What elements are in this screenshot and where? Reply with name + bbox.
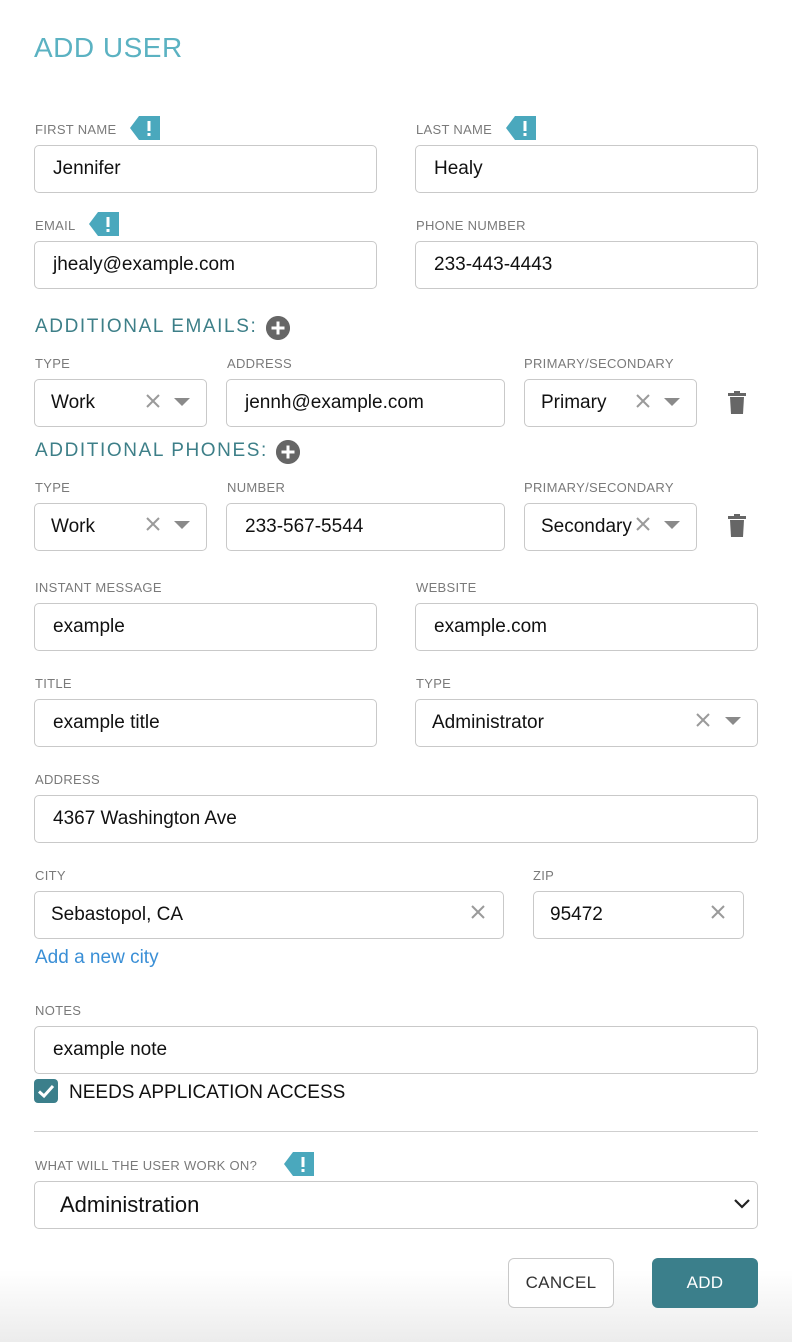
phone-type-value: Work bbox=[51, 516, 95, 537]
required-flag-icon bbox=[89, 212, 119, 236]
clear-x-icon[interactable] bbox=[144, 392, 162, 410]
email-input[interactable]: jhealy@example.com bbox=[34, 241, 377, 289]
work-on-label: WHAT WILL THE USER WORK ON? bbox=[35, 1158, 258, 1173]
first-name-label: FIRST NAME bbox=[35, 122, 117, 137]
divider bbox=[34, 1131, 758, 1132]
job-title-label: TITLE bbox=[35, 676, 72, 691]
page-title: ADD USER bbox=[34, 32, 183, 63]
caret-down-icon[interactable] bbox=[174, 521, 190, 529]
trash-icon[interactable] bbox=[727, 391, 747, 415]
clear-x-icon[interactable] bbox=[469, 903, 487, 921]
last-name-input[interactable]: Healy bbox=[415, 145, 758, 193]
chevron-down-icon[interactable] bbox=[733, 1197, 751, 1211]
website-label: WEBSITE bbox=[416, 580, 477, 595]
last-name-label: LAST NAME bbox=[416, 122, 493, 137]
zip-label: ZIP bbox=[533, 868, 555, 883]
email-address-column-label: ADDRESS bbox=[227, 356, 292, 371]
phone-number-input[interactable]: 233-567-5544 bbox=[226, 503, 505, 551]
website-input[interactable]: example.com bbox=[415, 603, 758, 651]
required-flag-icon bbox=[130, 116, 160, 140]
email-label: EMAIL bbox=[35, 218, 76, 233]
work-on-value: Administration bbox=[60, 1192, 200, 1217]
clear-x-icon[interactable] bbox=[634, 515, 652, 533]
cancel-button[interactable]: CANCEL bbox=[508, 1258, 614, 1308]
instant-message-input[interactable]: example bbox=[34, 603, 377, 651]
zip-value: 95472 bbox=[550, 904, 603, 925]
caret-down-icon[interactable] bbox=[664, 398, 680, 406]
email-type-value: Work bbox=[51, 392, 95, 413]
caret-down-icon[interactable] bbox=[664, 521, 680, 529]
clear-x-icon[interactable] bbox=[694, 711, 712, 729]
caret-down-icon[interactable] bbox=[174, 398, 190, 406]
job-title-input[interactable]: example title bbox=[34, 699, 377, 747]
plus-circle-icon[interactable] bbox=[276, 440, 300, 464]
clear-x-icon[interactable] bbox=[709, 903, 727, 921]
trash-icon[interactable] bbox=[727, 514, 747, 538]
additional-emails-heading: ADDITIONAL EMAILS: bbox=[35, 316, 258, 337]
email-primary-column-label: PRIMARY/SECONDARY bbox=[524, 356, 674, 371]
address-input[interactable]: 4367 Washington Ave bbox=[34, 795, 758, 843]
clear-x-icon[interactable] bbox=[144, 515, 162, 533]
caret-down-icon[interactable] bbox=[725, 717, 741, 725]
required-flag-icon bbox=[284, 1152, 314, 1176]
phone-number-column-label: NUMBER bbox=[227, 480, 286, 495]
phone-label: PHONE NUMBER bbox=[416, 218, 526, 233]
notes-label: NOTES bbox=[35, 1003, 82, 1018]
phone-type-column-label: TYPE bbox=[35, 480, 71, 495]
phone-primary-column-label: PRIMARY/SECONDARY bbox=[524, 480, 674, 495]
needs-access-checkbox[interactable] bbox=[34, 1079, 58, 1103]
add-new-city-link[interactable]: Add a new city bbox=[35, 947, 159, 969]
address-label: ADDRESS bbox=[35, 772, 100, 787]
work-on-select[interactable]: Administration bbox=[34, 1181, 758, 1229]
add-button[interactable]: ADD bbox=[652, 1258, 758, 1308]
additional-phones-heading: ADDITIONAL PHONES: bbox=[35, 440, 268, 461]
plus-circle-icon[interactable] bbox=[266, 316, 290, 340]
email-address-input[interactable]: jennh@example.com bbox=[226, 379, 505, 427]
user-type-value: Administrator bbox=[432, 712, 544, 733]
needs-access-label: NEEDS APPLICATION ACCESS bbox=[69, 1082, 346, 1103]
instant-message-label: INSTANT MESSAGE bbox=[35, 580, 162, 595]
city-label: CITY bbox=[35, 868, 66, 883]
phone-primary-value: Secondary bbox=[541, 516, 632, 537]
email-type-column-label: TYPE bbox=[35, 356, 71, 371]
clear-x-icon[interactable] bbox=[634, 392, 652, 410]
first-name-input[interactable]: Jennifer bbox=[34, 145, 377, 193]
city-select[interactable]: Sebastopol, CA bbox=[34, 891, 504, 939]
phone-input[interactable]: 233-443-4443 bbox=[415, 241, 758, 289]
required-flag-icon bbox=[506, 116, 536, 140]
notes-input[interactable]: example note bbox=[34, 1026, 758, 1074]
user-type-label: TYPE bbox=[416, 676, 452, 691]
city-value: Sebastopol, CA bbox=[51, 904, 184, 925]
email-primary-value: Primary bbox=[541, 392, 607, 413]
